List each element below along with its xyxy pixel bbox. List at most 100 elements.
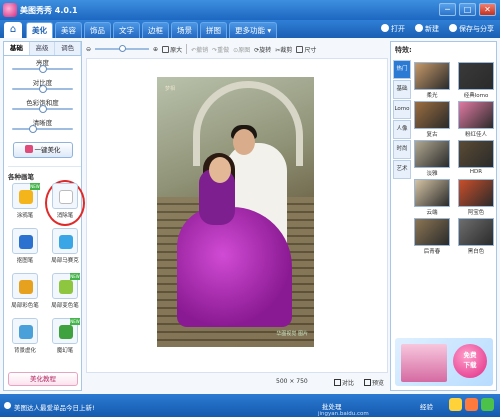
pen-tool[interactable]: 局部马赛克 — [48, 228, 82, 268]
tab-beauty[interactable]: 美容 — [55, 22, 82, 38]
effect-item[interactable]: 粉红佳人 — [457, 101, 495, 138]
tab-more[interactable]: 更多功能 ▾ — [229, 22, 278, 38]
pen-label: 涂鸦笔 — [16, 213, 34, 219]
save-label: 保存与分享 — [459, 25, 494, 33]
pen-tool[interactable]: 涂鸦笔 NEW — [8, 183, 42, 223]
slider-knob[interactable] — [38, 65, 47, 73]
original-size-button[interactable]: 原大 — [162, 45, 182, 54]
tutorial-button[interactable]: 美化教程 — [8, 372, 78, 386]
effect-category-tab[interactable]: 人像 — [393, 120, 411, 139]
save-share-button[interactable]: 保存与分享 — [449, 24, 494, 34]
effect-thumbnail — [458, 179, 494, 207]
batch-process-button[interactable]: 批处理 — [322, 401, 342, 411]
slider-knob[interactable] — [38, 105, 47, 113]
minimize-button[interactable]: ─ — [439, 3, 456, 16]
effect-thumbnail — [414, 179, 450, 207]
new-button[interactable]: 新建 — [415, 24, 439, 34]
pen-label: 局部马赛克 — [51, 258, 79, 264]
pen-tool[interactable]: 背景虚化 — [8, 318, 42, 358]
effect-item[interactable]: 后青春 — [413, 218, 451, 255]
pen-glyph — [19, 325, 33, 339]
redo-label: 重做 — [217, 46, 230, 54]
zoom-out-icon[interactable]: ⊖ — [86, 46, 91, 53]
subtab-advanced[interactable]: 高级 — [29, 42, 56, 55]
effect-item[interactable]: 黑白色 — [457, 218, 495, 255]
slider-knob[interactable] — [28, 125, 37, 133]
resize-button[interactable]: 尺寸 — [296, 45, 316, 54]
slider-knob[interactable] — [38, 85, 47, 93]
redo-button[interactable]: ↷重做 — [212, 45, 229, 54]
tab-accessories[interactable]: 饰品 — [84, 22, 111, 38]
effect-category-tab[interactable]: Lomo — [393, 100, 411, 119]
toolbar-divider — [186, 44, 188, 54]
effect-item[interactable]: 经典lomo — [457, 62, 495, 99]
undo-label: 撤销 — [196, 46, 209, 54]
effect-thumbnail — [458, 101, 494, 129]
edited-photo[interactable]: 梦相 华图视觉 图片 — [157, 77, 314, 347]
effect-item[interactable]: 复古 — [413, 101, 451, 138]
tab-border[interactable]: 边框 — [142, 22, 169, 38]
slider-2[interactable]: 色彩饱和度 — [10, 96, 75, 116]
effect-item[interactable]: 淡雅 — [413, 140, 451, 177]
slider-0[interactable]: 亮度 — [10, 56, 75, 76]
tab-text[interactable]: 文字 — [113, 22, 140, 38]
tray-icons — [449, 398, 494, 411]
effect-item[interactable]: 阿宝色 — [457, 179, 495, 216]
photo-purple-dress — [177, 207, 292, 327]
home-icon[interactable]: ⌂ — [4, 22, 22, 38]
effect-label: 后青春 — [423, 249, 441, 255]
effect-label: 经典lomo — [463, 93, 489, 99]
effect-category-tab[interactable]: 时尚 — [393, 140, 411, 159]
slider-1[interactable]: 对比度 — [10, 76, 75, 96]
zoom-in-icon[interactable]: ⊕ — [153, 46, 158, 53]
pen-glyph — [19, 235, 33, 249]
preview-button[interactable]: 预览 — [364, 378, 384, 387]
slider-track[interactable] — [12, 128, 73, 130]
pen-tool[interactable]: 局部彩色笔 — [8, 273, 42, 313]
revert-label: 原图 — [238, 46, 251, 54]
photo-woman-head — [209, 157, 231, 183]
undo-button[interactable]: ↶撤销 — [191, 45, 208, 54]
tab-scene[interactable]: 场景 — [171, 22, 198, 38]
effect-item[interactable]: 云端 — [413, 179, 451, 216]
pen-tool[interactable]: 抠图笔 — [8, 228, 42, 268]
tab-collage[interactable]: 拼图 — [200, 22, 227, 38]
news-link[interactable]: 美图达人最爱单品今日上新! — [14, 402, 95, 412]
effect-label: 阿宝色 — [467, 210, 485, 216]
crop-button[interactable]: ✂裁剪 — [275, 45, 292, 54]
one-click-beautify-button[interactable]: 一键美化 — [12, 142, 73, 158]
window-title: 美图秀秀 4.0.1 — [20, 6, 78, 15]
effect-category-tab[interactable]: 艺术 — [393, 160, 411, 179]
zoom-knob[interactable] — [119, 45, 127, 52]
pen-tool[interactable]: 魔幻笔 NEW — [48, 318, 82, 358]
effect-item[interactable]: HDR — [457, 140, 495, 176]
revert-button[interactable]: ⊙原图 — [233, 45, 250, 54]
effect-category-tab[interactable]: 热门 — [393, 60, 411, 79]
open-button[interactable]: 打开 — [381, 24, 405, 34]
pen-tool[interactable]: 局部变色笔 NEW — [48, 273, 82, 313]
zoom-slider[interactable] — [95, 45, 150, 52]
effect-thumbnail — [458, 62, 494, 90]
compare-button[interactable]: 对比 — [334, 378, 354, 387]
rotate-button[interactable]: ⟳旋转 — [254, 45, 271, 54]
effect-item[interactable]: 柔光 — [413, 62, 451, 99]
tab-beautify[interactable]: 美化 — [26, 22, 53, 38]
ad-download-button[interactable]: 免费 下载 — [453, 344, 487, 378]
ad-banner[interactable]: 免费 下载 — [395, 338, 493, 386]
add-icon[interactable] — [481, 398, 494, 411]
pen-glyph — [59, 190, 73, 204]
subtab-basic[interactable]: 基础 — [4, 42, 30, 55]
one-click-label: 一键美化 — [34, 146, 61, 154]
pen-tool[interactable]: 消除笔 — [45, 180, 85, 226]
close-button[interactable]: ✕ — [479, 3, 496, 16]
star-icon[interactable] — [449, 398, 462, 411]
maximize-button[interactable]: □ — [459, 3, 476, 16]
file-actions: 打开 新建 保存与分享 — [381, 24, 494, 34]
home-tray-icon[interactable] — [465, 398, 478, 411]
main-tabs: 美化 美容 饰品 文字 边框 场景 拼图 更多功能 ▾ — [26, 22, 278, 38]
pen-label: 魔幻笔 — [56, 348, 74, 354]
slider-3[interactable]: 清晰度 — [10, 116, 75, 136]
subtab-color[interactable]: 调色 — [55, 42, 82, 55]
ad-image — [401, 344, 447, 382]
effect-category-tab[interactable]: 基础 — [393, 80, 411, 99]
